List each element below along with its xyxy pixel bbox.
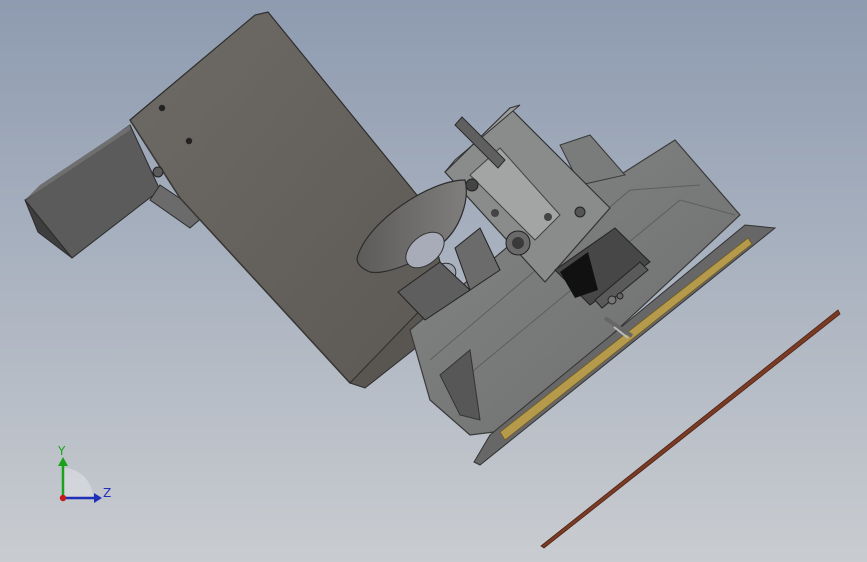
- mounting-hole: [158, 104, 166, 112]
- z-axis-arrow: [94, 493, 102, 503]
- x-axis-dot: [59, 494, 67, 502]
- cad-model-scene[interactable]: Y Z: [0, 0, 867, 562]
- y-axis-arrow: [58, 457, 68, 466]
- cad-viewport[interactable]: Y Z: [0, 0, 867, 562]
- triad-quadrant: [63, 468, 93, 498]
- y-axis-label: Y: [57, 444, 66, 458]
- mounting-hole: [185, 137, 193, 145]
- port-hole: [465, 178, 479, 192]
- port-hole: [574, 206, 586, 218]
- port-hole: [491, 209, 499, 217]
- port-fitting-hole: [512, 237, 524, 249]
- port-hole: [544, 213, 552, 221]
- screw: [152, 166, 164, 178]
- coordinate-triad: Y Z: [57, 444, 111, 503]
- z-axis-label: Z: [103, 486, 111, 500]
